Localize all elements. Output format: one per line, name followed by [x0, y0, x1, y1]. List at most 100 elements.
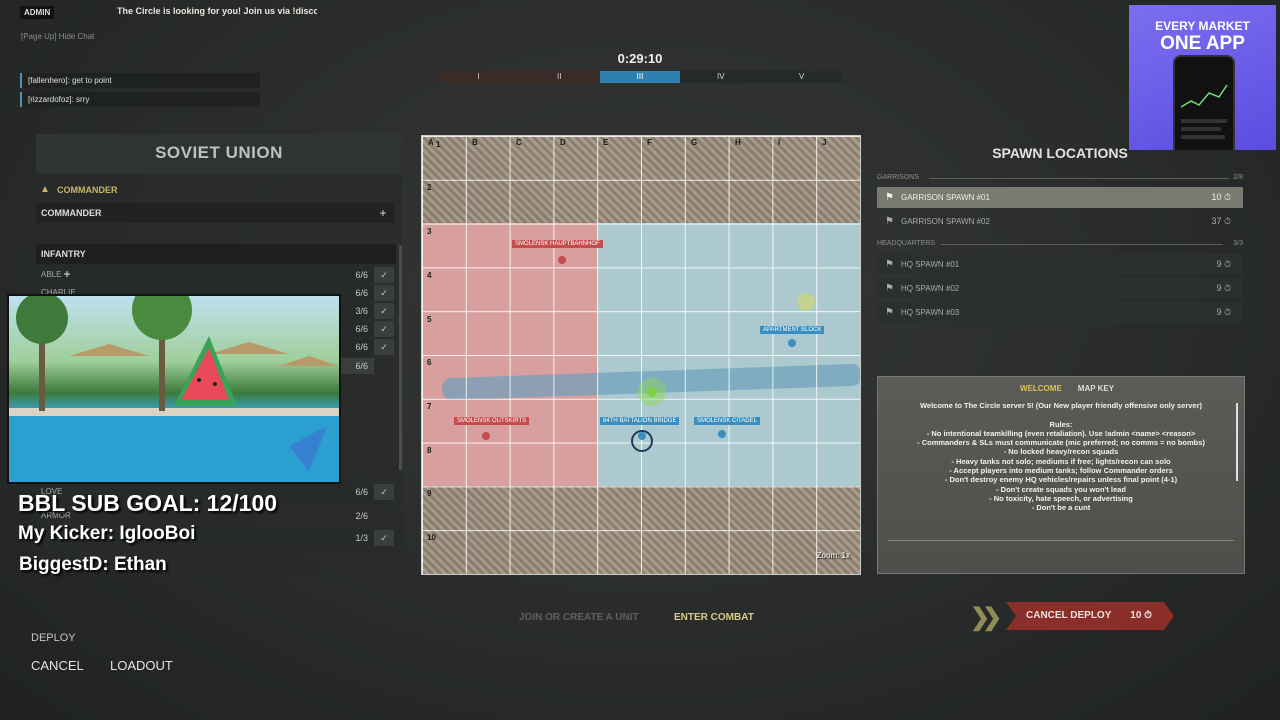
welcome-text: Welcome to The Circle server 5! (Our New… [898, 401, 1224, 513]
spawn-timer: 9 ⏱ [1216, 259, 1231, 269]
join-squad-button[interactable]: ✓ [374, 530, 394, 546]
garrison-spawn-row[interactable]: ⚑ GARRISON SPAWN #01 10 ⏱ [877, 187, 1243, 208]
cancel-deploy-button[interactable]: CANCEL DEPLOY 10 ⏱ [1006, 602, 1174, 630]
spawn-name: GARRISON SPAWN #02 [901, 217, 990, 226]
phase-1: I [438, 71, 519, 83]
spawn-timer: 9 ⏱ [1216, 283, 1231, 293]
garrisons-label: GARRISONS [877, 174, 920, 181]
squad-count: 6/6 [355, 324, 368, 334]
spawn-name: HQ SPAWN #02 [901, 284, 960, 293]
tab-map-key[interactable]: MAP KEY [1070, 383, 1122, 395]
welcome-line: - No toxicity, hate speech, or advertisi… [989, 493, 1133, 503]
biggest-text: BiggestD: Ethan [19, 554, 167, 575]
tab-welcome[interactable]: WELCOME [1012, 383, 1070, 395]
section-divider [941, 244, 1223, 245]
squad-count: 6/6 [355, 288, 368, 298]
phase-2: II [518, 71, 600, 83]
flag-icon: ⚑ [885, 259, 894, 270]
tactical-map[interactable]: A B C D E F G H I J 1 2 3 4 5 6 7 8 9 10… [421, 135, 861, 575]
welcome-scrollbar[interactable] [1236, 403, 1238, 481]
faction-title: SOVIET UNION [36, 134, 402, 174]
map-markers [482, 256, 815, 452]
join-squad-button[interactable]: ✓ [374, 484, 394, 500]
map-zoom-level: Zoom: 1x [816, 551, 850, 560]
join-squad-button[interactable]: ✓ [374, 267, 394, 283]
ad-line-2: ONE APP [1160, 33, 1245, 54]
chat-message: [fallenhero]: get to point [20, 73, 260, 88]
chevron-icon: ❯❯ [970, 604, 1002, 631]
hq-spawn-row[interactable]: ⚑ HQ SPAWN #01 9 ⏱ [877, 254, 1243, 275]
welcome-line [898, 410, 1224, 419]
phase-3: III [599, 71, 681, 83]
kicker-text: My Kicker: IglooBoi [18, 523, 196, 544]
spawn-timer: 10 ⏱ [1211, 192, 1231, 202]
ad-line-1: EVERY MARKET [1155, 19, 1250, 33]
phase-bar: I II III IV V [438, 71, 842, 83]
flag-icon: ⚑ [885, 192, 894, 203]
spawn-name: GARRISON SPAWN #01 [901, 193, 990, 202]
squad-count: 6/6 [355, 342, 368, 352]
cancel-deploy-timer: 10 ⏱ [1130, 610, 1152, 621]
headquarters-section: HEADQUARTERS 3/3 [877, 240, 1243, 250]
welcome-line: - Don't be a cunt [1031, 503, 1091, 513]
flag-icon: ⚑ [885, 283, 894, 294]
sub-goal-text: BBL SUB GOAL: 12/100 [18, 490, 278, 516]
admin-tag: ADMIN [20, 6, 55, 19]
enter-combat-button[interactable]: ENTER COMBAT [674, 612, 754, 623]
spawn-name: HQ SPAWN #01 [901, 260, 960, 269]
deploy-label: DEPLOY [31, 632, 76, 644]
chat-message: [rizzardofoz]: srry [20, 92, 260, 107]
commander-unit-row[interactable]: COMMANDER [36, 203, 372, 223]
squad-count: 6/6 [355, 361, 368, 371]
garrisons-count: 2/8 [1233, 174, 1243, 181]
join-squad-button[interactable]: ✓ [374, 285, 394, 301]
loadout-button[interactable]: LOADOUT [110, 658, 173, 673]
cancel-button[interactable]: CANCEL [31, 658, 84, 673]
welcome-line: - Don't create squads you won't lead [996, 484, 1126, 494]
welcome-line: - Don't destroy enemy HQ vehicles/repair… [944, 475, 1178, 485]
garrisons-section: GARRISONS 2/8 [877, 174, 1243, 184]
headquarters-label: HEADQUARTERS [877, 240, 936, 247]
hq-spawn-row[interactable]: ⚑ HQ SPAWN #02 9 ⏱ [877, 278, 1243, 299]
welcome-tabs: WELCOME MAP KEY [1012, 383, 1122, 395]
spawn-name: HQ SPAWN #03 [901, 308, 960, 317]
welcome-line: - Commanders & SLs must communicate (mic… [917, 438, 1205, 448]
webcam-scene [9, 296, 339, 482]
match-timer: 0:29:10 [617, 51, 663, 66]
broadcast-message: The Circle is looking for you! Join us v… [117, 6, 317, 16]
hq-spawn-row[interactable]: ⚑ HQ SPAWN #03 9 ⏱ [877, 302, 1243, 323]
welcome-line: Rules: [1049, 419, 1073, 429]
headquarters-count: 3/3 [1233, 240, 1243, 247]
join-squad-button[interactable]: ✓ [374, 303, 394, 319]
add-commander-button[interactable]: + [372, 203, 394, 223]
welcome-line: - Accept players into medium tanks; foll… [949, 466, 1173, 476]
advertisement-banner[interactable]: EVERY MARKET ONE APP [1129, 5, 1276, 150]
welcome-line: Welcome to The Circle server 5! (Our New… [919, 401, 1203, 410]
phase-5: V [761, 71, 842, 83]
squad-row[interactable]: ABLE ✚ 6/6 [36, 267, 374, 283]
commander-section-label: COMMANDER [57, 185, 118, 195]
squad-count: 2/6 [355, 511, 368, 521]
squad-count: 1/3 [355, 533, 368, 543]
squad-count: 6/6 [355, 487, 368, 497]
join-squad-button[interactable]: ✓ [374, 339, 394, 355]
unit-list-scrollbar[interactable] [399, 245, 402, 470]
phase-4: IV [680, 71, 762, 83]
cancel-deploy-label: CANCEL DEPLOY [1026, 610, 1112, 621]
spawn-timer: 37 ⏱ [1211, 216, 1231, 226]
squad-count: 6/6 [355, 270, 368, 280]
squad-name: ABLE ✚ [41, 270, 71, 279]
hide-chat-hint[interactable]: [Page Up] Hide Chat [21, 32, 94, 41]
stock-chart-icon [1180, 84, 1228, 139]
garrison-spawn-row[interactable]: ⚑ GARRISON SPAWN #02 37 ⏱ [877, 211, 1243, 232]
commander-icon: ▲ [40, 184, 50, 195]
squad-count: 3/6 [355, 306, 368, 316]
welcome-line: - Heavy tanks not solo; mediums if free;… [951, 456, 1171, 466]
webcam-overlay [7, 294, 341, 484]
welcome-panel: WELCOME MAP KEY Welcome to The Circle se… [877, 376, 1245, 574]
join-squad-button[interactable]: ✓ [374, 321, 394, 337]
phone-image [1173, 55, 1235, 150]
welcome-line: - No intentional teamkilling (even retal… [926, 428, 1196, 438]
section-divider [929, 178, 1229, 179]
join-unit-button[interactable]: JOIN OR CREATE A UNIT [519, 612, 639, 623]
